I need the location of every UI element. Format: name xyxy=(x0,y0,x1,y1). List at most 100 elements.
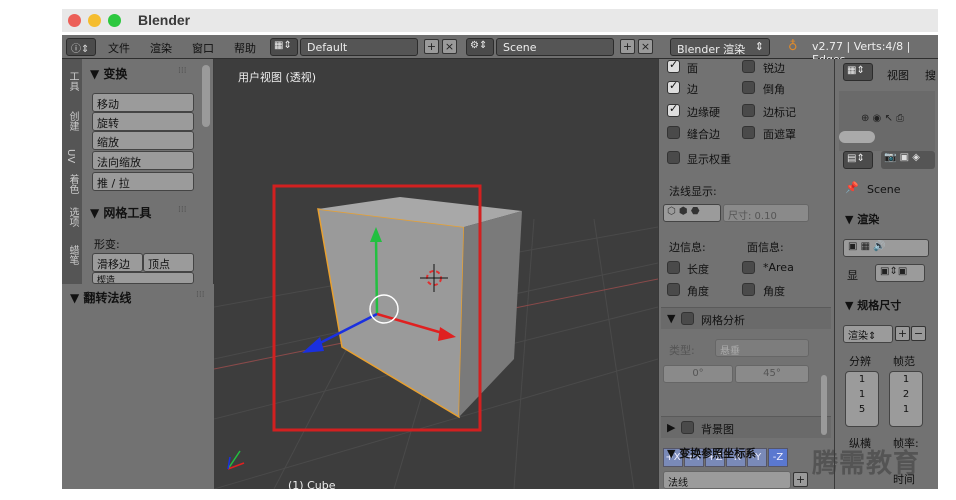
res-x-field[interactable]: 1 xyxy=(846,372,878,385)
mesh-analysis-header[interactable]: ▼ 网格分析 xyxy=(661,307,831,329)
tab-uv[interactable]: UV xyxy=(65,149,76,163)
minimize-window-button[interactable] xyxy=(88,14,101,27)
drag-handle-icon[interactable]: ⁞⁞⁞ xyxy=(178,205,187,215)
frame-step-field[interactable]: 1 xyxy=(890,400,922,415)
scene-field[interactable]: Scene xyxy=(496,38,614,56)
restrict-icons[interactable]: ⊕ ◉ ↖ ⎙ xyxy=(861,113,904,124)
tool-shelf: ▼ 变换 ⁞⁞⁞ 移动 旋转 缩放 法向缩放 推 / 拉 ▼ 网格工具 ⁞⁞⁞ … xyxy=(82,59,214,284)
normal-size-field[interactable]: 尺寸: 0.10 xyxy=(723,204,809,222)
remove-layout-button[interactable]: × xyxy=(442,39,457,54)
render-buttons[interactable]: ▣ ▦ 🔊 xyxy=(843,239,929,257)
drag-handle-icon[interactable]: ⁞⁞⁞ xyxy=(196,290,205,300)
vertex-slide-button[interactable]: 顶点 xyxy=(143,253,194,272)
normal-scale-button[interactable]: 法向缩放 xyxy=(92,151,194,170)
rotate-button[interactable]: 旋转 xyxy=(92,112,194,131)
flip-normals-header[interactable]: ▼ 翻转法线 xyxy=(70,289,131,306)
check-weights[interactable] xyxy=(667,151,680,164)
properties-type-button[interactable]: ▤⇕ xyxy=(843,151,873,169)
screen-layout-icon[interactable]: ▦⇕ xyxy=(270,38,298,56)
check-face-angle-label: 角度 xyxy=(763,285,785,298)
mesh-analysis-label: 网格分析 xyxy=(701,314,745,327)
view-menu[interactable]: 视图 xyxy=(887,67,909,83)
check-face-angle[interactable] xyxy=(742,283,755,296)
check-edge-angle[interactable] xyxy=(667,283,680,296)
transform-panel-header[interactable]: ▼ 变换 xyxy=(90,65,127,82)
move-button[interactable]: 移动 xyxy=(92,93,194,112)
menu-render[interactable]: 渲染 xyxy=(150,40,172,56)
check-mesh-analysis[interactable] xyxy=(681,312,694,325)
analysis-type-select[interactable]: 悬垂 xyxy=(715,339,809,357)
search-menu-partial[interactable]: 搜 xyxy=(925,67,936,83)
remove-scene-button[interactable]: × xyxy=(638,39,653,54)
app-title: Blender xyxy=(138,12,191,28)
add-layout-button[interactable]: + xyxy=(424,39,439,54)
partial-tool-button[interactable]: 楔造 xyxy=(92,272,194,284)
layout-field[interactable]: Default xyxy=(300,38,418,56)
scene-icon[interactable]: ⚙⇕ xyxy=(466,38,494,56)
frame-fields[interactable]: 1 2 1 xyxy=(889,371,923,427)
add-scene-button[interactable]: + xyxy=(620,39,635,54)
mesh-tools-header[interactable]: ▼ 网格工具 xyxy=(90,204,151,221)
axis-minus-z[interactable]: -Z xyxy=(768,448,788,467)
render-engine-select[interactable]: Blender 渲染 ⇕ xyxy=(670,38,770,56)
menu-file[interactable]: 文件 xyxy=(108,40,130,56)
maximize-window-button[interactable] xyxy=(108,14,121,27)
display-select[interactable]: ▣⇕▣ xyxy=(875,264,925,282)
angle-max-field[interactable]: 45° xyxy=(735,365,809,383)
check-area-label: *Area xyxy=(763,261,794,274)
editor-type-button[interactable]: ⓘ⇕ xyxy=(66,38,96,56)
add-preset-button[interactable]: + xyxy=(895,326,910,341)
3d-viewport[interactable]: 用户视图 (透视) (1) Cube xyxy=(214,59,658,489)
tab-create[interactable]: 创建 xyxy=(65,111,80,131)
menu-window[interactable]: 窗口 xyxy=(192,40,214,56)
pin-icon[interactable]: 📌 xyxy=(845,181,859,194)
check-sharp[interactable] xyxy=(742,60,755,73)
check-area[interactable] xyxy=(742,261,755,274)
preset-select[interactable]: 渲染⇕ xyxy=(843,325,893,343)
add-orientation-button[interactable]: + xyxy=(793,472,808,487)
tab-options[interactable]: 选项 xyxy=(65,207,80,227)
orientation-select[interactable]: 法线 xyxy=(663,471,791,489)
tab-grease-pencil[interactable]: 蜡笔 xyxy=(65,245,80,265)
background-image-header[interactable]: ▶ 背景图 xyxy=(661,416,831,438)
push-pull-button[interactable]: 推 / 拉 xyxy=(92,172,194,191)
check-length[interactable] xyxy=(667,261,680,274)
check-background-image[interactable] xyxy=(681,421,694,434)
res-y-field[interactable]: 1 xyxy=(846,385,878,400)
scale-button[interactable]: 缩放 xyxy=(92,131,194,150)
outliner-scrollbar[interactable] xyxy=(839,131,875,143)
tool-shelf-scrollbar[interactable] xyxy=(202,65,210,127)
check-freestyle-edge[interactable] xyxy=(742,104,755,117)
editor-type-button[interactable]: ▦⇕ xyxy=(843,63,873,81)
res-percent-field[interactable]: 5 xyxy=(846,400,878,415)
viewport-scene xyxy=(214,184,658,489)
check-bevel[interactable] xyxy=(742,81,755,94)
properties-context-tabs[interactable]: 📷 ▣ ◈ xyxy=(881,151,935,169)
check-weights-label: 显示权重 xyxy=(687,153,731,166)
check-face-mask[interactable] xyxy=(742,126,755,139)
render-header[interactable]: ▼ 渲染 xyxy=(845,211,879,227)
edge-slide-button[interactable]: 滑移边 xyxy=(92,253,143,272)
angle-min-field[interactable]: 0° xyxy=(663,365,733,383)
frame-start-field[interactable]: 1 xyxy=(890,372,922,385)
frame-end-field[interactable]: 2 xyxy=(890,385,922,400)
dimensions-header[interactable]: ▼ 规格尺寸 xyxy=(845,297,901,313)
drag-handle-icon[interactable]: ⁞⁞⁞ xyxy=(178,66,187,76)
properties-scrollbar[interactable] xyxy=(821,375,827,435)
close-window-button[interactable] xyxy=(68,14,81,27)
background-image-label: 背景图 xyxy=(701,423,734,436)
tab-tools[interactable]: 工具 xyxy=(65,71,80,91)
check-edges[interactable] xyxy=(667,79,680,94)
remove-preset-button[interactable]: − xyxy=(911,326,926,341)
check-crease[interactable] xyxy=(667,102,680,117)
normals-type-buttons[interactable]: ⬡ ⬢ ⬣ xyxy=(663,204,721,222)
outliner-tree[interactable]: ⊕ ◉ ↖ ⎙ xyxy=(839,91,935,151)
normals-display-label: 法线显示: xyxy=(669,185,717,198)
transform-orientation-header[interactable]: ▼ 变换参照坐标系 xyxy=(667,445,756,461)
resolution-fields[interactable]: 1 1 5 xyxy=(845,371,879,427)
check-faces[interactable] xyxy=(667,58,680,73)
tab-shading[interactable]: 着色 xyxy=(65,174,80,194)
resolution-label: 分辨 xyxy=(849,355,871,368)
menu-help[interactable]: 帮助 xyxy=(234,40,256,56)
check-seams[interactable] xyxy=(667,126,680,139)
